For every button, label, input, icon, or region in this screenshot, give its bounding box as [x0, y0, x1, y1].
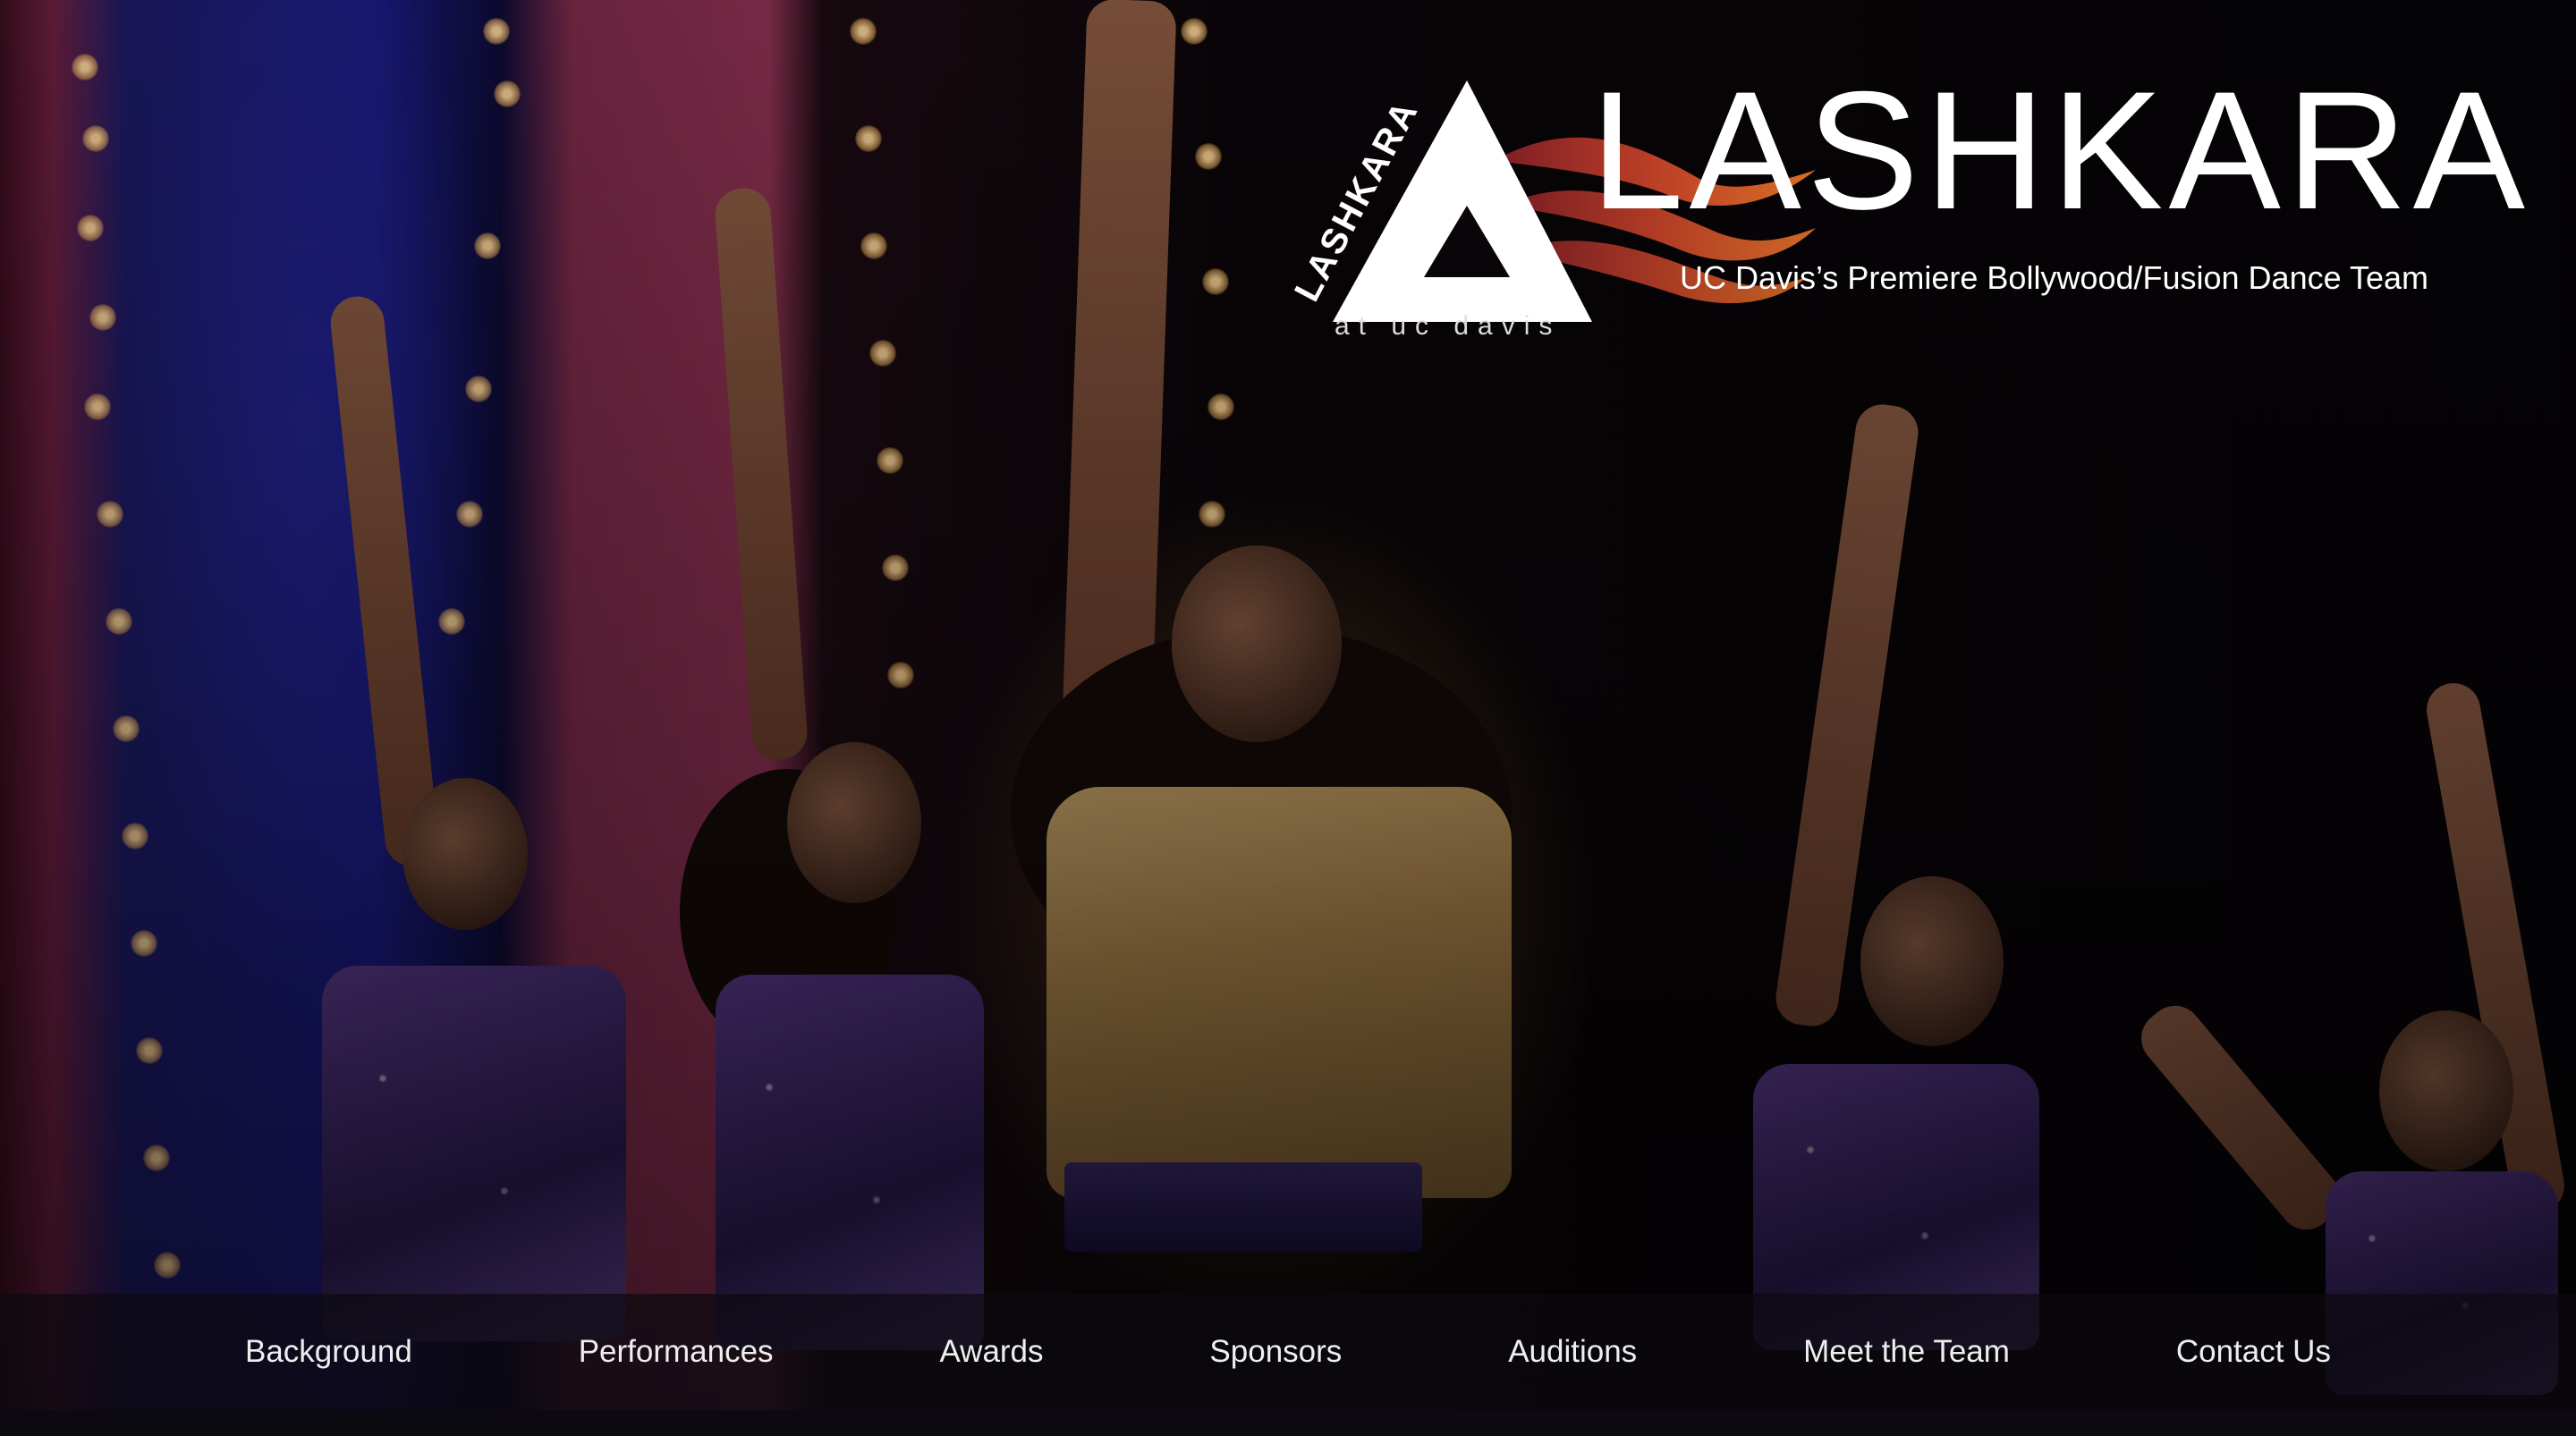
page-content-edge: [0, 1410, 2576, 1436]
nav-sponsors[interactable]: Sponsors: [1206, 1325, 1345, 1379]
nav-contact-us[interactable]: Contact Us: [2173, 1325, 2334, 1379]
triangle-logo-icon: LASHKARA: [1288, 80, 1592, 322]
nav-awards[interactable]: Awards: [936, 1325, 1046, 1379]
logo-subtext: at uc davis: [1335, 311, 1562, 341]
brand-wordmark: LASHKARA: [1590, 56, 2531, 244]
main-navigation: Background Performances Awards Sponsors …: [0, 1294, 2576, 1410]
brand-tagline: UC Davis’s Premiere Bollywood/Fusion Dan…: [1680, 259, 2428, 296]
nav-items: Background Performances Awards Sponsors …: [242, 1325, 2334, 1379]
site-logo[interactable]: LASHKARA LASHKARA UC Davis’s Premiere Bo…: [1288, 54, 2525, 349]
nav-auditions[interactable]: Auditions: [1504, 1325, 1640, 1379]
nav-meet-the-team[interactable]: Meet the Team: [1800, 1325, 2013, 1379]
nav-background[interactable]: Background: [242, 1325, 416, 1379]
nav-performances[interactable]: Performances: [575, 1325, 777, 1379]
